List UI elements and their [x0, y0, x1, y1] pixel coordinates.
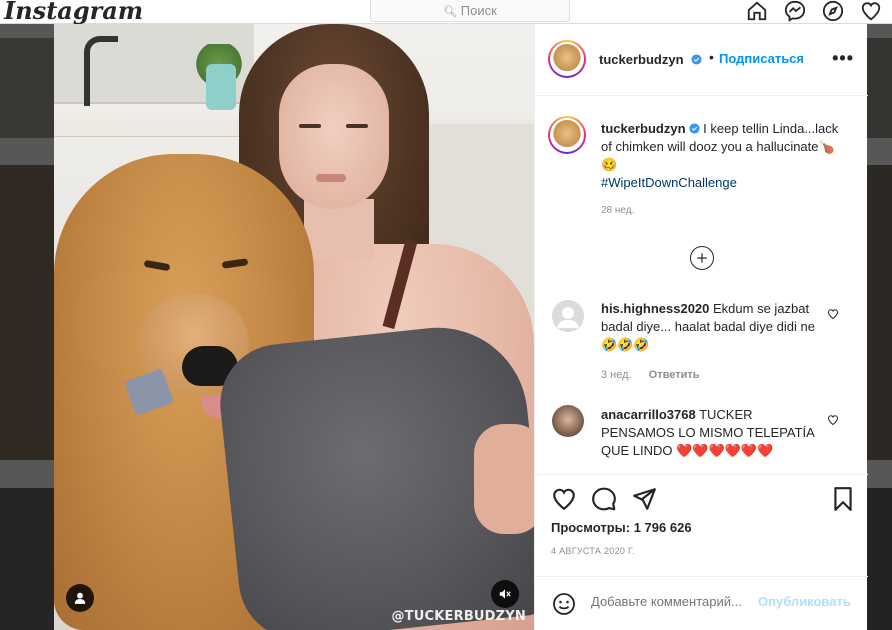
- explore-icon[interactable]: [822, 0, 844, 22]
- comment-form: Опубликовать: [535, 576, 868, 630]
- search-icon: 🔍︎: [443, 6, 458, 18]
- comment-time[interactable]: 3 нед.: [601, 369, 632, 381]
- author-avatar-image: [550, 42, 584, 76]
- mute-button[interactable]: [491, 580, 519, 608]
- search-placeholder: Поиск: [460, 3, 497, 18]
- video-frame: [84, 36, 118, 106]
- author-username[interactable]: tuckerbudzyn: [599, 52, 684, 67]
- caption-avatar-image: [550, 118, 584, 152]
- caption-time[interactable]: 28 нед.: [601, 202, 849, 220]
- post-panel: tuckerbudzyn • Подписаться ••• tuckerbud…: [534, 24, 868, 630]
- comment-avatar[interactable]: [552, 300, 584, 332]
- instagram-logo[interactable]: Instagram: [4, 0, 143, 25]
- views-value: 1 796 626: [633, 520, 692, 535]
- comment-username[interactable]: anacarrillo3768: [601, 407, 696, 422]
- nav-icons: [746, 0, 892, 24]
- video-frame: [299, 124, 321, 128]
- comment-body: his.highness2020 Ekdum se jazbat badal d…: [601, 300, 819, 354]
- actions-divider: [535, 474, 868, 475]
- follow-button[interactable]: Подписаться: [719, 51, 804, 66]
- video-frame: [316, 174, 346, 182]
- like-comment-heart-icon[interactable]: [827, 308, 839, 320]
- video-watermark: @TUCKERBUDZYN: [391, 609, 526, 624]
- speaker-muted-icon: [499, 589, 511, 599]
- comment-input[interactable]: [591, 594, 761, 609]
- comment-body: anacarrillo3768 TUCKER PENSAMOS LO MISMO…: [601, 406, 819, 460]
- plus-icon: [697, 253, 707, 263]
- comment-meta: 3 нед. Ответить: [601, 369, 700, 381]
- caption-hashtag[interactable]: #WipeItDownChallenge: [601, 175, 737, 190]
- verified-badge-icon: [688, 123, 700, 134]
- views-count[interactable]: Просмотры: 1 796 626: [551, 520, 692, 535]
- post-modal: @TUCKERBUDZYN tuckerbudzyn • Подписаться…: [54, 24, 868, 630]
- publish-comment-button[interactable]: Опубликовать: [758, 594, 851, 609]
- video-frame: [279, 64, 389, 209]
- bookmark-icon[interactable]: [830, 486, 856, 512]
- more-options-button[interactable]: •••: [832, 48, 854, 69]
- default-user-icon: [552, 300, 584, 332]
- caption-avatar[interactable]: [548, 116, 586, 154]
- messenger-icon[interactable]: [784, 0, 806, 22]
- separator-dot: •: [709, 49, 714, 65]
- author-name-block: tuckerbudzyn: [599, 51, 702, 69]
- views-label: Просмотры:: [551, 520, 631, 535]
- comment-avatar[interactable]: [552, 405, 584, 437]
- video-frame: [474, 424, 534, 534]
- home-icon[interactable]: [746, 0, 768, 22]
- like-comment-heart-icon[interactable]: [827, 414, 839, 426]
- post-header: tuckerbudzyn • Подписаться •••: [535, 24, 868, 96]
- top-navigation-bar: Instagram 🔍︎ Поиск: [0, 0, 892, 25]
- post-video[interactable]: @TUCKERBUDZYN: [54, 24, 534, 630]
- load-more-comments-button[interactable]: [690, 246, 714, 270]
- video-frame: [206, 64, 236, 110]
- emoji-icon[interactable]: [552, 592, 576, 616]
- post-date[interactable]: 4 АВГУСТА 2020 Г.: [551, 546, 635, 556]
- author-avatar[interactable]: [548, 40, 586, 78]
- comment-icon[interactable]: [591, 486, 617, 512]
- comment-username[interactable]: his.highness2020: [601, 301, 709, 316]
- user-icon: [74, 592, 86, 604]
- like-heart-icon[interactable]: [551, 486, 577, 512]
- video-frame: [346, 124, 368, 128]
- reply-button[interactable]: Ответить: [649, 369, 700, 381]
- verified-badge-icon: [691, 54, 702, 65]
- tagged-user-button[interactable]: [66, 584, 94, 612]
- share-icon[interactable]: [631, 486, 657, 512]
- caption: tuckerbudzyn I keep tellin Linda...lack …: [601, 120, 849, 220]
- caption-username[interactable]: tuckerbudzyn: [601, 121, 686, 136]
- heart-icon[interactable]: [860, 0, 882, 22]
- search-input[interactable]: 🔍︎ Поиск: [370, 0, 570, 22]
